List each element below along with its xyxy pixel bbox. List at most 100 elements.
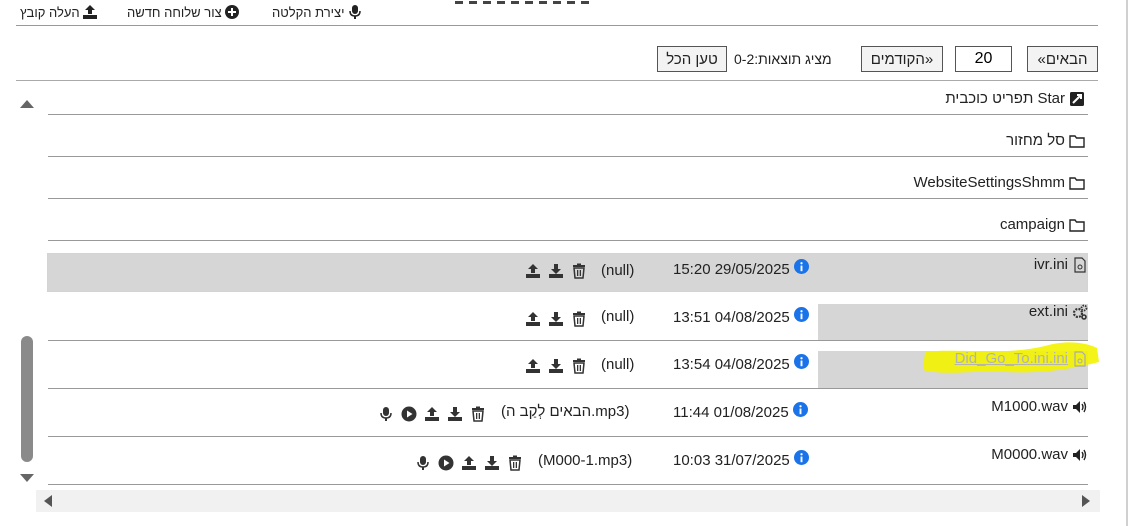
file-name[interactable]: ext.ini — [1029, 303, 1088, 320]
scroll-down-arrow-icon[interactable] — [19, 472, 35, 484]
file-name[interactable]: ivr.ini — [1034, 256, 1088, 273]
upload-icon — [82, 5, 97, 19]
file-comment: (M000-1.mp3) — [538, 452, 633, 469]
file-name[interactable]: M1000.wav — [991, 398, 1088, 415]
file-date: 15:20 29/05/2025 — [673, 254, 809, 278]
info-icon[interactable] — [793, 449, 809, 465]
top-toolbar: העלה קובץ צור שלוחה חדשה יצירת הקלטה — [0, 0, 1138, 26]
play-icon[interactable] — [438, 455, 454, 471]
play-icon[interactable] — [401, 406, 417, 422]
gears-icon — [1072, 304, 1088, 320]
row-divider — [48, 240, 1088, 241]
window-edge — [1126, 0, 1128, 526]
plus-circle-icon — [224, 5, 239, 19]
scroll-right-arrow-icon[interactable] — [1080, 494, 1092, 508]
prev-page-button[interactable]: הקודמים» — [861, 46, 943, 72]
file-comment: (null) — [601, 308, 635, 325]
results-count: מציג תוצאות:0-2 — [734, 51, 832, 67]
file-date: 13:51 04/08/2025 — [673, 302, 809, 326]
trash-icon[interactable] — [571, 263, 587, 279]
date-label: 15:20 29/05/2025 — [673, 261, 790, 278]
folder-icon — [1069, 218, 1085, 232]
trash-icon[interactable] — [571, 358, 587, 374]
horizontal-scroll-track[interactable] — [36, 490, 1100, 512]
folder-label: WebsiteSettingsShmm — [913, 174, 1065, 191]
download-icon[interactable] — [447, 406, 463, 422]
upload-icon[interactable] — [525, 311, 541, 327]
file-name-label: M0000.wav — [991, 446, 1068, 463]
speaker-icon — [1073, 400, 1087, 413]
file-comment: (null) — [601, 356, 635, 373]
star-menu-icon — [1070, 91, 1084, 106]
file-comment: (הבאים לְקַב ה.mp3) — [501, 403, 630, 420]
row-divider — [48, 388, 1088, 389]
clipped-title-fragment — [455, 0, 665, 5]
upload-file-label: העלה קובץ — [20, 4, 80, 20]
info-icon[interactable] — [793, 353, 809, 369]
folder-label: campaign — [999, 216, 1065, 233]
folder-label: Star תפריט כוכבית — [945, 90, 1065, 107]
info-icon[interactable] — [793, 306, 809, 322]
date-label: 10:03 31/07/2025 — [673, 452, 790, 469]
date-label: 13:51 04/08/2025 — [673, 309, 790, 326]
trash-icon[interactable] — [470, 406, 486, 422]
upload-file-button[interactable]: העלה קובץ — [20, 4, 98, 20]
upload-icon[interactable] — [525, 263, 541, 279]
folder-icon — [1069, 176, 1085, 190]
download-icon[interactable] — [548, 358, 564, 374]
row-divider — [48, 484, 1088, 485]
scroll-left-arrow-icon[interactable] — [42, 494, 54, 508]
file-date: 13:54 04/08/2025 — [673, 349, 809, 373]
ini-file-icon — [1074, 350, 1086, 367]
file-actions — [378, 406, 486, 422]
ini-file-icon — [1074, 256, 1086, 273]
folder-item-websitesettings[interactable]: WebsiteSettingsShmm — [914, 174, 1085, 191]
row-divider — [48, 198, 1088, 199]
folder-item-star-menu[interactable]: Star תפריט כוכבית — [945, 90, 1085, 107]
speaker-icon — [1073, 448, 1087, 461]
download-icon[interactable] — [548, 263, 564, 279]
file-actions — [525, 311, 587, 327]
upload-icon[interactable] — [424, 406, 440, 422]
horizontal-scrollbar[interactable] — [36, 490, 1100, 512]
trash-icon[interactable] — [507, 455, 523, 471]
upload-icon[interactable] — [461, 455, 477, 471]
download-icon[interactable] — [548, 311, 564, 327]
load-all-button[interactable]: טען הכל — [657, 46, 727, 72]
file-name-label: ext.ini — [1028, 303, 1068, 320]
folder-item-campaign[interactable]: campaign — [1000, 216, 1085, 233]
pager-divider — [16, 80, 1098, 81]
microphone-icon[interactable] — [378, 406, 394, 422]
new-extension-label: צור שלוחה חדשה — [127, 4, 222, 20]
file-name[interactable]: M0000.wav — [991, 446, 1088, 463]
download-icon[interactable] — [484, 455, 500, 471]
file-name[interactable]: Did_Go_To.ini.ini — [955, 350, 1088, 367]
folder-label: סל מחזור — [1006, 132, 1065, 149]
info-icon[interactable] — [792, 401, 808, 417]
toolbar-divider — [16, 25, 1098, 26]
next-page-button[interactable]: «הבאים — [1027, 46, 1098, 72]
trash-icon[interactable] — [571, 311, 587, 327]
file-actions — [525, 358, 587, 374]
date-label: 13:54 04/08/2025 — [673, 356, 790, 373]
scroll-up-arrow-icon[interactable] — [19, 98, 35, 110]
vertical-scrollbar[interactable] — [18, 92, 36, 490]
folder-item-recycle-bin[interactable]: סל מחזור — [1006, 132, 1085, 149]
vertical-scroll-thumb[interactable] — [21, 336, 33, 462]
file-name-label: M1000.wav — [991, 398, 1068, 415]
upload-icon[interactable] — [525, 358, 541, 374]
info-icon[interactable] — [793, 258, 809, 274]
row-divider — [48, 156, 1088, 157]
file-date: 10:03 31/07/2025 — [673, 445, 809, 469]
file-name-label: Did_Go_To.ini.ini — [954, 350, 1068, 367]
file-actions — [415, 455, 523, 471]
create-recording-button[interactable]: יצירת הקלטה — [272, 4, 363, 20]
new-extension-button[interactable]: צור שלוחה חדשה — [127, 4, 240, 20]
row-divider — [48, 114, 1088, 115]
folder-icon — [1069, 134, 1085, 148]
date-label: 11:44 01/08/2025 — [673, 404, 789, 421]
row-divider — [48, 436, 1088, 437]
file-actions — [525, 263, 587, 279]
microphone-icon[interactable] — [415, 455, 431, 471]
page-size-input[interactable] — [955, 46, 1012, 72]
